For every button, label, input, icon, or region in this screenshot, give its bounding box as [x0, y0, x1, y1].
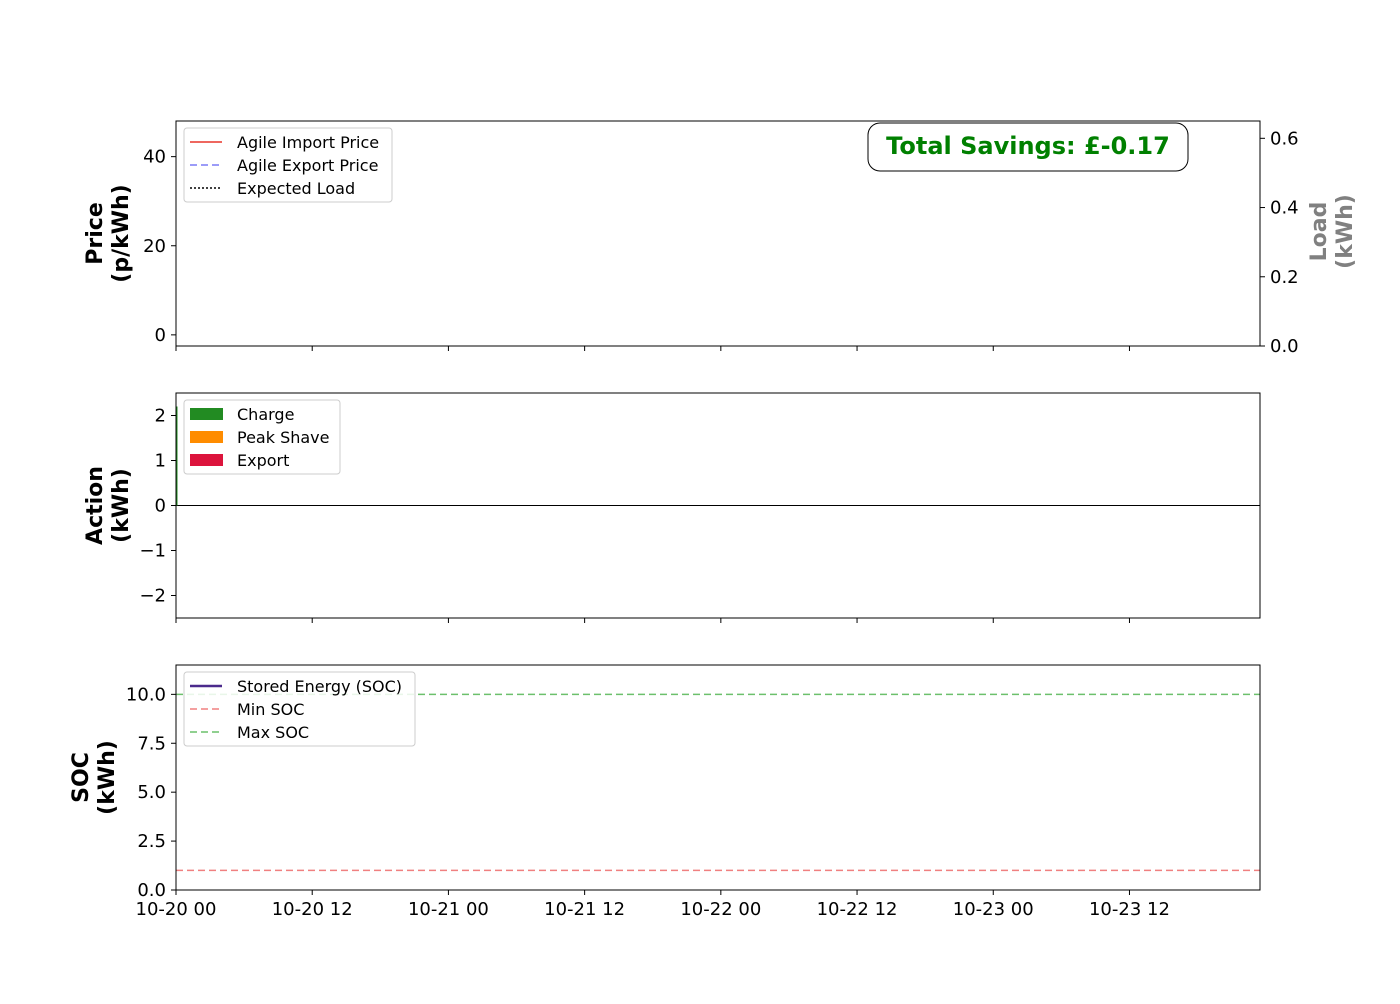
total-savings-annotation: Total Savings: £-0.17 — [867, 122, 1189, 172]
xtick-label: 10-22 12 — [817, 899, 898, 920]
total-savings-text: Total Savings: £-0.17 — [886, 132, 1170, 160]
ytick-label: 10.0 — [126, 684, 166, 705]
xtick-label: 10-23 00 — [953, 899, 1034, 920]
xtick-label: 10-20 00 — [136, 899, 217, 920]
legend-label: Max SOC — [237, 723, 309, 742]
ytick-label: 0 — [155, 496, 166, 517]
legend-label: Expected Load — [237, 179, 355, 198]
y2-axis-label: Load(kWh) — [1307, 194, 1358, 269]
xtick-label: 10-21 00 — [408, 899, 489, 920]
legend-label: Agile Export Price — [237, 156, 378, 175]
ytick-label: 0.0 — [137, 880, 166, 901]
ytick-label: 0 — [155, 325, 166, 346]
y-axis-label: SOC(kWh) — [69, 740, 120, 815]
legend-label: Charge — [237, 405, 294, 424]
ytick2-label: 0.4 — [1270, 198, 1299, 219]
ytick-label: 5.0 — [137, 782, 166, 803]
y-axis-label: Action(kWh) — [83, 466, 134, 545]
ytick-label: −2 — [139, 586, 166, 607]
ytick-label: 7.5 — [137, 733, 166, 754]
legend-swatch — [190, 431, 223, 443]
legend-3: Stored Energy (SOC) Min SOC Max SOC — [183, 671, 416, 747]
legend-label: Export — [237, 451, 289, 470]
legend-label: Agile Import Price — [237, 133, 379, 152]
figure: 0 20 40 0.0 0.2 0.4 0.6 Load(kWh) Price(p/kWh) Ag… — [0, 0, 1400, 1000]
ytick-label: 2.5 — [137, 831, 166, 852]
legend-1: Agile Import Price Agile Export Price Expe… — [183, 127, 393, 203]
ytick-label: 40 — [143, 147, 166, 168]
legend-swatch — [190, 454, 223, 466]
y-axis-label: Price(p/kWh) — [83, 184, 134, 282]
panel-1: 0 20 40 0.0 0.2 0.4 0.6 Load(kWh) Price(p/kWh) Ag… — [83, 120, 1358, 357]
ytick-label: 1 — [155, 451, 166, 472]
xtick-label: 10-20 12 — [272, 899, 353, 920]
panel-2: −2 −1 0 1 2 Action(kWh) Charge Peak Shave Export — [83, 392, 1261, 623]
legend-swatch — [190, 408, 223, 420]
chart-svg: 020400.00.20.40.6Load(kWh)Price(p/kWh)Ag… — [69, 120, 1358, 920]
ytick2-label: 0.2 — [1270, 267, 1299, 288]
ytick2-label: 0.6 — [1270, 128, 1299, 149]
panel-3: 0.0 2.5 5.0 7.5 10.0 SOC(kWh) 10-20 00 10-20 12… — [69, 664, 1261, 920]
ytick-label: 20 — [143, 236, 166, 257]
legend-label: Peak Shave — [237, 428, 330, 447]
xtick-label: 10-21 12 — [544, 899, 625, 920]
ytick-label: 2 — [155, 406, 166, 427]
xtick-label: 10-22 00 — [680, 899, 761, 920]
ytick-label: −1 — [139, 541, 166, 562]
xtick-label: 10-23 12 — [1089, 899, 1170, 920]
legend-2: Charge Peak Shave Export — [183, 399, 341, 475]
ytick2-label: 0.0 — [1270, 336, 1299, 357]
legend-label: Stored Energy (SOC) — [237, 677, 402, 696]
legend-label: Min SOC — [237, 700, 304, 719]
